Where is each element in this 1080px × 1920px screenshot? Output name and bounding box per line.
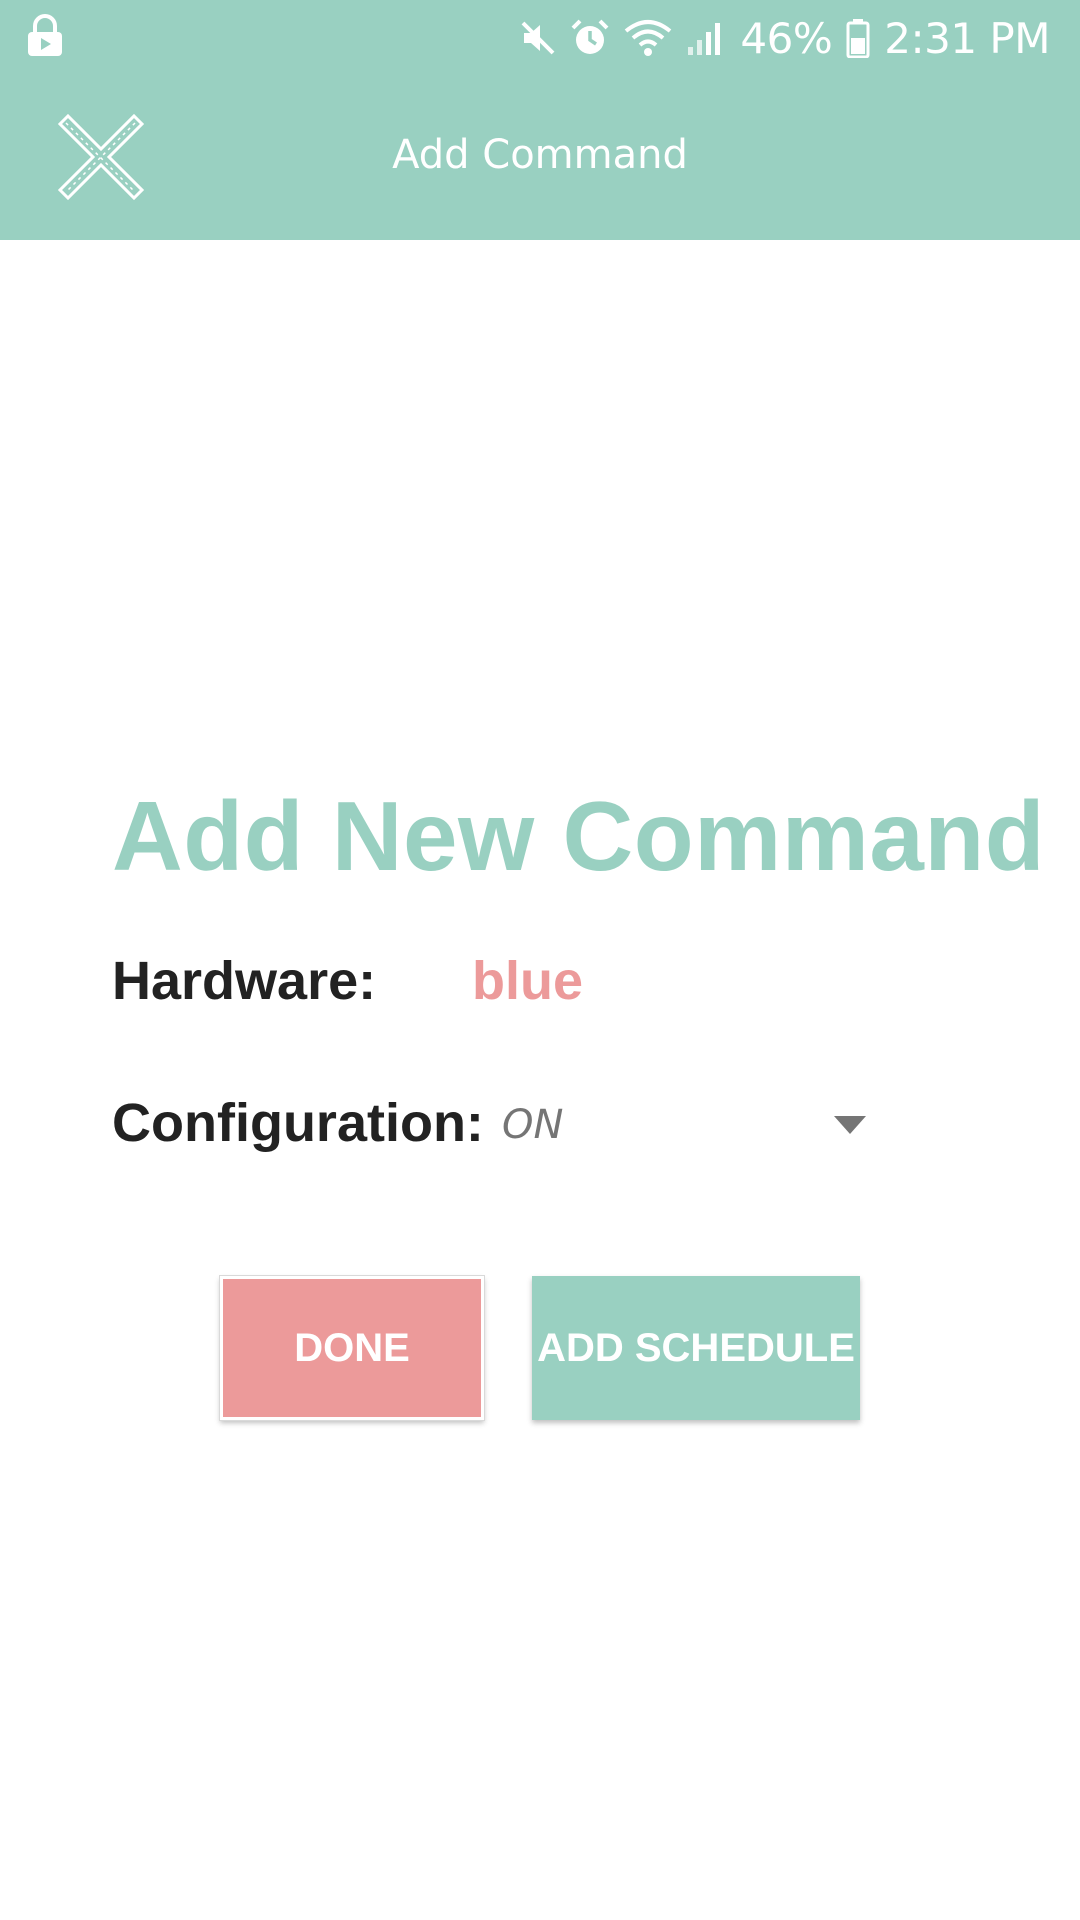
app-screen: 46% 2:31 PM Add Command Add New Command … bbox=[0, 0, 1080, 1920]
battery-icon bbox=[846, 18, 870, 58]
page-heading: Add New Command bbox=[112, 781, 1046, 891]
alarm-icon bbox=[570, 18, 610, 58]
lock-icon bbox=[26, 14, 64, 58]
wifi-icon bbox=[624, 19, 672, 57]
hardware-value: blue bbox=[472, 951, 584, 1011]
configuration-selected-value: ON bbox=[502, 1102, 564, 1148]
status-indicators: 46% 2:31 PM bbox=[520, 10, 1050, 66]
mute-icon bbox=[520, 20, 556, 56]
battery-percent: 46% bbox=[740, 13, 833, 63]
signal-icon bbox=[686, 19, 726, 57]
status-bar: 46% 2:31 PM bbox=[0, 0, 1080, 76]
configuration-dropdown[interactable]: ON bbox=[502, 1090, 874, 1160]
status-time: 2:31 PM bbox=[884, 13, 1050, 63]
hardware-label: Hardware: bbox=[112, 951, 377, 1011]
configuration-label: Configuration: bbox=[112, 1093, 484, 1153]
chevron-down-icon bbox=[834, 1116, 866, 1134]
app-toolbar: Add Command bbox=[0, 76, 1080, 240]
done-button[interactable]: DONE bbox=[219, 1275, 485, 1421]
add-schedule-button[interactable]: ADD SCHEDULE bbox=[532, 1276, 860, 1420]
toolbar-title: Add Command bbox=[392, 132, 688, 178]
